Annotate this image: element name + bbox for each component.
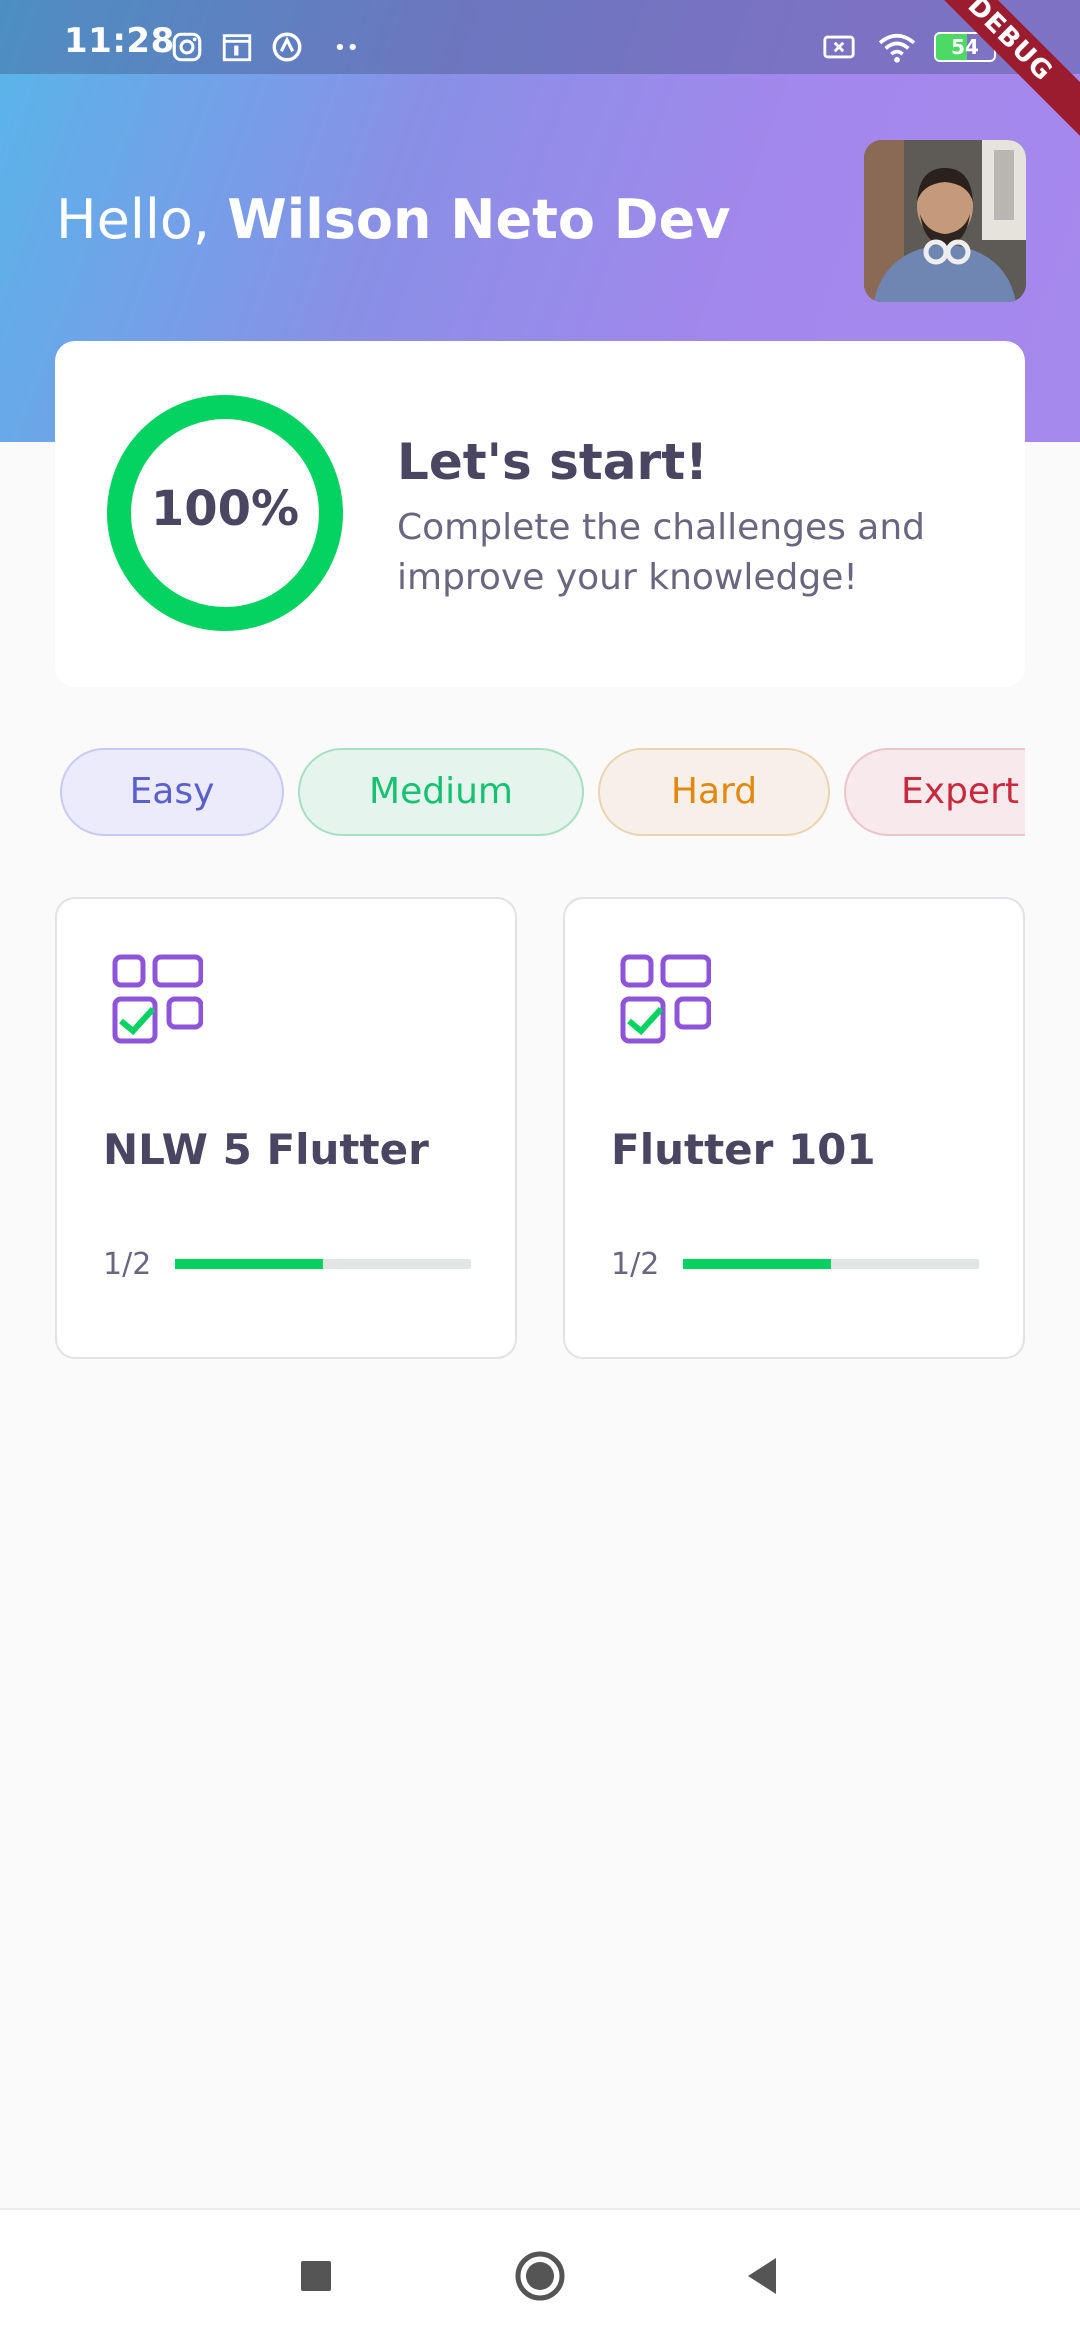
wifi-icon xyxy=(878,33,916,63)
system-nav-bar xyxy=(0,2208,1080,2340)
level-filter: Easy Medium Hard Expert xyxy=(55,748,1025,838)
status-bar: 11:28 54 xyxy=(0,0,1080,74)
home-circle-icon[interactable] xyxy=(510,2246,570,2306)
instagram-icon xyxy=(172,32,202,62)
score-percent: 100% xyxy=(150,481,300,537)
quiz-progress-text: 1/2 xyxy=(611,1247,660,1282)
quiz-title: NLW 5 Flutter xyxy=(103,1125,429,1174)
quiz-card[interactable]: NLW 5 Flutter 1/2 xyxy=(55,897,517,1359)
level-chip-easy[interactable]: Easy xyxy=(60,748,284,836)
user-name: Wilson Neto Dev xyxy=(227,188,731,251)
avatar[interactable] xyxy=(864,140,1026,302)
more-dots-icon xyxy=(336,43,356,51)
level-chip-label: Easy xyxy=(129,771,215,812)
quiz-card[interactable]: Flutter 101 1/2 xyxy=(563,897,1025,1359)
vpn-icon xyxy=(272,32,302,62)
greeting-prefix: Hello, xyxy=(56,188,228,251)
status-time: 11:28 xyxy=(64,21,175,61)
score-title: Let's start! xyxy=(397,433,708,491)
level-chip-medium[interactable]: Medium xyxy=(298,748,584,836)
back-triangle-icon[interactable] xyxy=(734,2246,794,2306)
score-subtitle: Complete the challenges and improve your… xyxy=(397,507,926,598)
quiz-progress-text: 1/2 xyxy=(103,1247,152,1282)
quiz-progress-bar xyxy=(175,1259,471,1269)
quiz-checklist-icon xyxy=(112,954,203,1044)
recents-square-icon[interactable] xyxy=(286,2246,346,2306)
calendar-icon xyxy=(222,34,252,62)
quiz-title: Flutter 101 xyxy=(611,1125,876,1174)
avatar-photo xyxy=(864,140,1026,302)
quiz-progress-bar xyxy=(683,1259,979,1269)
quiz-checklist-icon xyxy=(620,954,711,1044)
greeting-title: Hello, Wilson Neto Dev xyxy=(56,188,730,251)
sim-off-icon xyxy=(823,35,855,59)
score-card: 100% Let's start! Complete the challenge… xyxy=(55,341,1025,687)
quiz-progress-fill xyxy=(683,1259,831,1269)
level-chip-hard[interactable]: Hard xyxy=(598,748,830,836)
level-chip-label: Hard xyxy=(670,771,758,812)
level-chip-label: Expert xyxy=(901,771,1019,812)
quiz-progress-fill xyxy=(175,1259,323,1269)
level-chip-expert[interactable]: Expert xyxy=(844,748,1025,836)
level-chip-label: Medium xyxy=(369,771,513,812)
